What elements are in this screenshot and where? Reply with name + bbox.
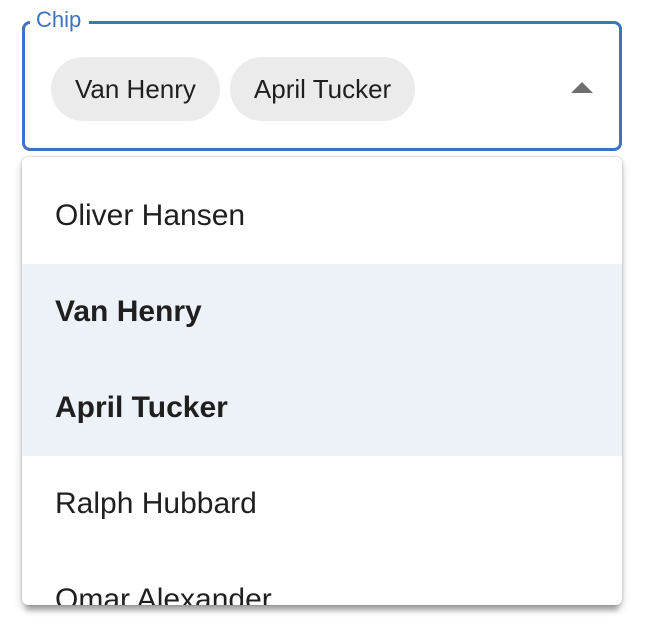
chip[interactable]: April Tucker [229,57,416,121]
selected-chips: Van Henry April Tucker [51,57,416,121]
chip[interactable]: Van Henry [51,57,220,121]
dropdown-menu: Oliver Hansen Van Henry April Tucker Ral… [22,157,622,605]
option-april-tucker[interactable]: April Tucker [22,360,622,456]
option-list: Oliver Hansen Van Henry April Tucker Ral… [22,157,622,605]
field-label: Chip [30,6,90,34]
chip-select-field[interactable]: Van Henry April Tucker [22,21,622,151]
option-ralph-hubbard[interactable]: Ralph Hubbard [22,456,622,552]
option-omar-alexander[interactable]: Omar Alexander [22,552,622,605]
option-oliver-hansen[interactable]: Oliver Hansen [22,168,622,264]
arrow-drop-up-icon[interactable] [571,82,593,93]
page: Van Henry April Tucker Chip Oliver Hanse… [0,0,648,638]
option-van-henry[interactable]: Van Henry [22,264,622,360]
